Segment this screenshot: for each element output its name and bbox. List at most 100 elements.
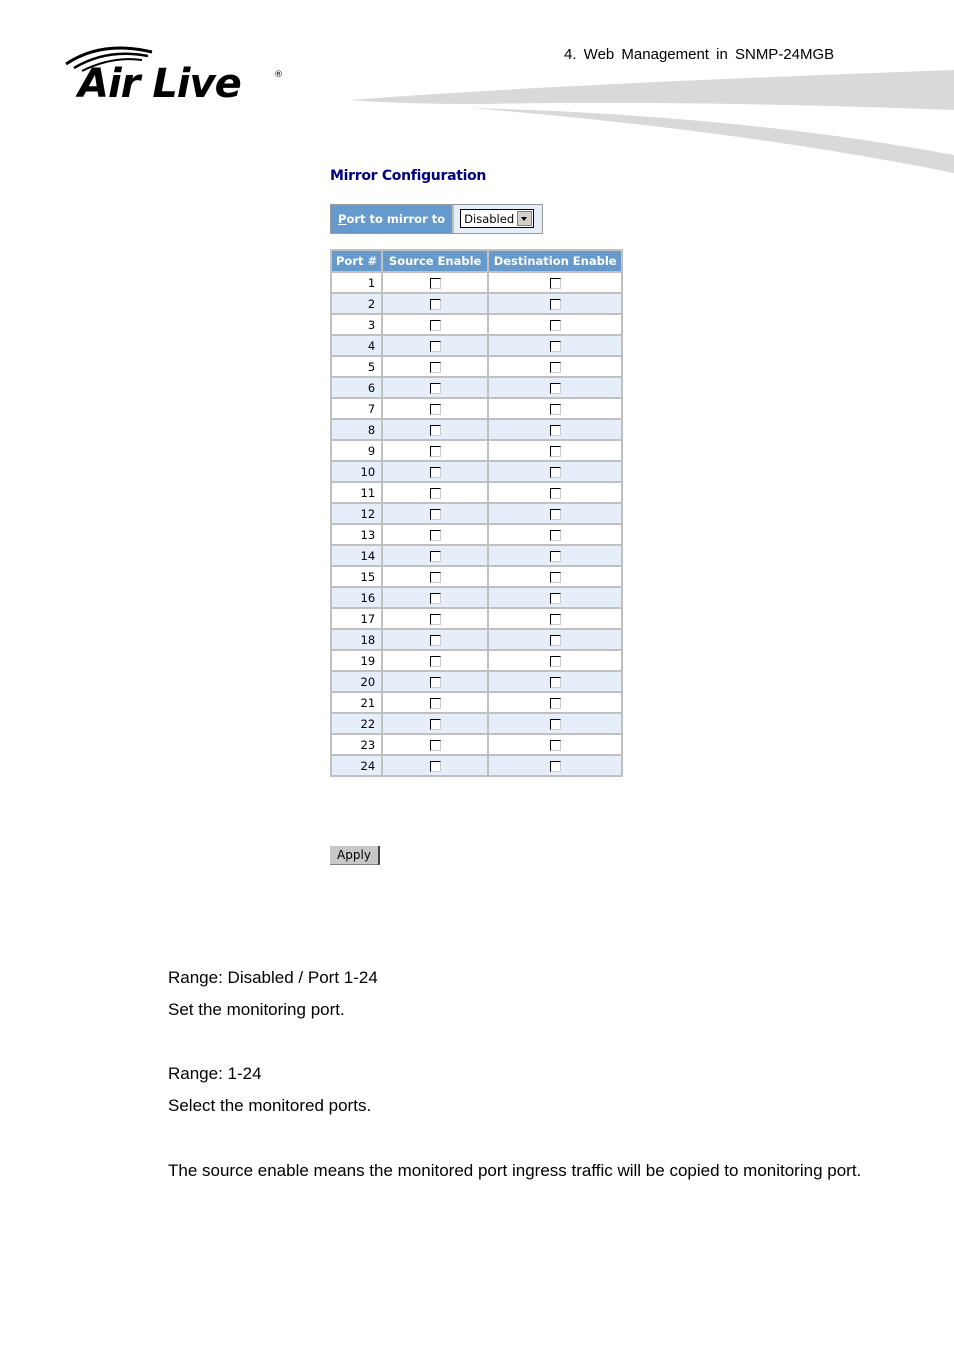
destination-enable-checkbox[interactable] (549, 424, 561, 436)
destination-enable-checkbox[interactable] (549, 445, 561, 457)
destination-enable-checkbox[interactable] (549, 634, 561, 646)
port-number: 15 (329, 565, 384, 588)
port-number: 9 (329, 439, 384, 462)
port-to-mirror-select[interactable]: Disabled (460, 209, 535, 228)
destination-enable-cell (487, 418, 624, 441)
source-enable-cell (381, 313, 490, 336)
source-enable-cell (381, 271, 490, 294)
table-row: 14 (329, 544, 624, 567)
table-row: 19 (329, 649, 624, 672)
destination-enable-checkbox[interactable] (549, 361, 561, 373)
port-number: 12 (329, 502, 384, 525)
table-row: 12 (329, 502, 624, 525)
source-enable-checkbox[interactable] (429, 760, 441, 772)
source-enable-cell (381, 502, 490, 525)
source-enable-checkbox[interactable] (429, 298, 441, 310)
destination-enable-cell (487, 565, 624, 588)
destination-enable-checkbox[interactable] (549, 382, 561, 394)
port-number: 24 (329, 754, 384, 777)
apply-button[interactable]: Apply (330, 846, 380, 865)
table-row: 9 (329, 439, 624, 462)
source-enable-checkbox[interactable] (429, 466, 441, 478)
destination-enable-cell (487, 586, 624, 609)
destination-enable-cell (487, 502, 624, 525)
source-enable-checkbox[interactable] (429, 739, 441, 751)
source-enable-cell (381, 754, 490, 777)
table-row: 11 (329, 481, 624, 504)
source-enable-checkbox[interactable] (429, 340, 441, 352)
source-enable-checkbox[interactable] (429, 634, 441, 646)
destination-enable-cell (487, 628, 624, 651)
destination-enable-checkbox[interactable] (549, 739, 561, 751)
source-enable-checkbox[interactable] (429, 319, 441, 331)
destination-enable-cell (487, 376, 624, 399)
source-enable-checkbox[interactable] (429, 529, 441, 541)
destination-enable-checkbox[interactable] (549, 298, 561, 310)
destination-enable-checkbox[interactable] (549, 529, 561, 541)
source-enable-cell (381, 733, 490, 756)
destination-enable-checkbox[interactable] (549, 655, 561, 667)
chevron-down-icon[interactable] (517, 211, 533, 226)
source-enable-checkbox[interactable] (429, 487, 441, 499)
source-enable-cell (381, 670, 490, 693)
destination-enable-checkbox[interactable] (549, 340, 561, 352)
destination-enable-checkbox[interactable] (549, 277, 561, 289)
port-number: 4 (329, 334, 384, 357)
port-number: 16 (329, 586, 384, 609)
destination-enable-checkbox[interactable] (549, 697, 561, 709)
table-row: 1 (329, 271, 624, 294)
destination-enable-cell (487, 481, 624, 504)
header-port: Port # (329, 249, 384, 273)
destination-enable-checkbox[interactable] (549, 466, 561, 478)
source-enable-checkbox[interactable] (429, 445, 441, 457)
port-number: 6 (329, 376, 384, 399)
header-source-enable: Source Enable (381, 249, 490, 273)
source-enable-checkbox[interactable] (429, 382, 441, 394)
port-number: 22 (329, 712, 384, 735)
destination-enable-checkbox[interactable] (549, 676, 561, 688)
destination-enable-checkbox[interactable] (549, 508, 561, 520)
source-enable-checkbox[interactable] (429, 655, 441, 667)
desc-monitored-ports: Select the monitored ports. (168, 1096, 372, 1115)
destination-enable-cell (487, 712, 624, 735)
table-row: 21 (329, 691, 624, 714)
destination-enable-checkbox[interactable] (549, 487, 561, 499)
source-enable-checkbox[interactable] (429, 277, 441, 289)
destination-enable-cell (487, 355, 624, 378)
destination-enable-checkbox[interactable] (549, 592, 561, 604)
source-enable-checkbox[interactable] (429, 697, 441, 709)
source-enable-checkbox[interactable] (429, 361, 441, 373)
source-enable-cell (381, 691, 490, 714)
destination-enable-checkbox[interactable] (549, 718, 561, 730)
destination-enable-cell (487, 439, 624, 462)
table-row: 13 (329, 523, 624, 546)
port-number: 19 (329, 649, 384, 672)
range-monitoring-port: Range: Disabled / Port 1-24 (168, 968, 378, 987)
table-row: 4 (329, 334, 624, 357)
source-enable-checkbox[interactable] (429, 676, 441, 688)
destination-enable-cell (487, 313, 624, 336)
destination-enable-cell (487, 334, 624, 357)
destination-enable-checkbox[interactable] (549, 403, 561, 415)
destination-enable-cell (487, 292, 624, 315)
table-row: 22 (329, 712, 624, 735)
source-enable-checkbox[interactable] (429, 508, 441, 520)
desc-monitoring-port: Set the monitoring port. (168, 1000, 345, 1019)
destination-enable-checkbox[interactable] (549, 550, 561, 562)
destination-enable-cell (487, 649, 624, 672)
destination-enable-checkbox[interactable] (549, 319, 561, 331)
source-enable-checkbox[interactable] (429, 550, 441, 562)
source-enable-checkbox[interactable] (429, 613, 441, 625)
destination-enable-checkbox[interactable] (549, 760, 561, 772)
source-enable-checkbox[interactable] (429, 571, 441, 583)
port-number: 13 (329, 523, 384, 546)
source-enable-checkbox[interactable] (429, 718, 441, 730)
destination-enable-checkbox[interactable] (549, 613, 561, 625)
source-enable-checkbox[interactable] (429, 424, 441, 436)
source-enable-checkbox[interactable] (429, 592, 441, 604)
source-enable-cell (381, 334, 490, 357)
source-enable-checkbox[interactable] (429, 403, 441, 415)
destination-enable-checkbox[interactable] (549, 571, 561, 583)
table-row: 23 (329, 733, 624, 756)
destination-enable-cell (487, 733, 624, 756)
